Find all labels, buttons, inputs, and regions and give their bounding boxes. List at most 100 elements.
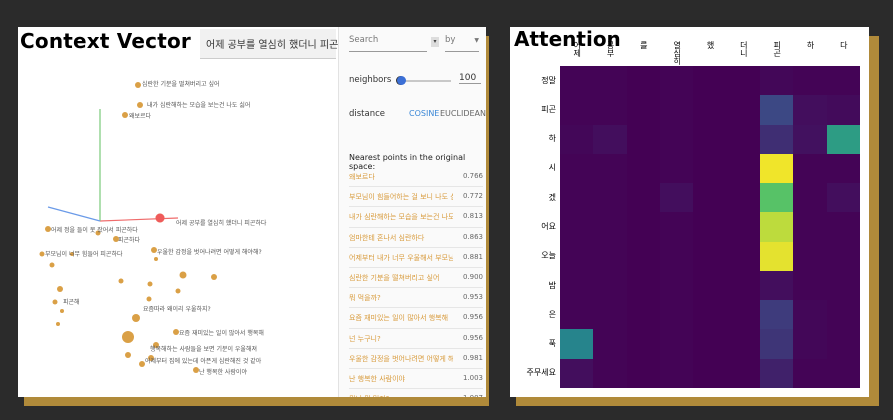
neighbors-slider-track[interactable]: [399, 80, 451, 82]
heatmap-cell: [560, 358, 594, 389]
heatmap-cell: [793, 183, 828, 213]
search-input[interactable]: Search: [349, 35, 427, 52]
column-label: 피곤: [772, 41, 782, 57]
nearest-point-row[interactable]: 요즘 재미있는 일이 많아서 행복해 0.956: [349, 308, 483, 329]
embedding-point[interactable]: [52, 299, 58, 305]
embedding-point[interactable]: [118, 278, 124, 284]
heatmap-cell: [560, 212, 594, 243]
heatmap-cell: [560, 183, 594, 213]
column-label: 하: [806, 41, 815, 49]
heatmap-cell: [626, 270, 661, 301]
point-label: 어제부터 집에 있는데 아픈게 심란해진 것 같아: [145, 357, 262, 365]
embedding-point[interactable]: [147, 281, 153, 287]
nearest-point-row[interactable]: 부모님이 힘들어하는 걸 보니 나도 심... 0.772: [349, 187, 483, 208]
nearest-point-row[interactable]: 난 행복한 사람이야 1.003: [349, 369, 483, 390]
embedding-point[interactable]: [122, 331, 134, 343]
point-label: 심란한 기분을 떨쳐버리고 싶어: [142, 80, 219, 88]
row-label: 시: [548, 163, 556, 173]
embedding-point[interactable]: [211, 274, 217, 280]
nearest-point-text: 심란한 기분을 떨쳐버리고 싶어: [349, 273, 440, 282]
heatmap-cell: [726, 241, 761, 272]
embedding-point[interactable]: [154, 257, 158, 261]
heatmap-cell: [760, 212, 794, 243]
projector-sidebar: Search ▾ by ▼ neighbors ? 100 distance C…: [338, 27, 486, 397]
heatmap-cell: [693, 358, 728, 389]
heatmap-cell: [660, 124, 694, 155]
heatmap-cell: [826, 241, 861, 272]
embedding-point[interactable]: [179, 271, 187, 279]
embedding-point[interactable]: [56, 322, 60, 326]
nearest-point-row[interactable]: 뭐 먹을까? 0.953: [349, 288, 483, 309]
nearest-point-row[interactable]: 뭐니 뭐 먹지? 1.007: [349, 389, 483, 397]
heatmap-cell: [760, 124, 794, 155]
heatmap-cell: [793, 270, 828, 301]
embedding-point[interactable]: [175, 288, 181, 294]
selected-point-dropdown[interactable]: 어제 공부를 열심히 했더니 피곤하다 ▾: [200, 29, 365, 59]
attention-heatmap: [560, 66, 861, 389]
embedding-projector-plot[interactable]: 심란한 기분을 떨쳐버리고 싶어 내가 심란해하는 모습을 보는건 나도 싫어 왜보…: [18, 27, 365, 397]
nearest-point-text: 난 행복한 사람이야: [349, 374, 405, 383]
heatmap-cell: [626, 329, 661, 360]
heatmap-cell: [826, 358, 861, 389]
row-label: 푹: [548, 339, 556, 349]
selected-point-label: 어제 공부를 열심히 했더니 피곤하다: [176, 219, 267, 227]
heatmap-cell: [793, 124, 828, 155]
embedding-point[interactable]: [122, 112, 128, 118]
heatmap-cell: [760, 300, 794, 330]
heatmap-cell: [826, 124, 861, 155]
panel-title: Context Vector: [20, 29, 191, 53]
embedding-point[interactable]: [57, 286, 63, 292]
point-label: 우울한 감정을 벗어나려면 어떻게 해야해?: [157, 248, 262, 256]
nearest-point-text: 내가 심란해하는 모습을 보는건 나도 싫어: [349, 213, 453, 222]
heatmap-cell: [760, 183, 794, 213]
heatmap-cell: [726, 153, 761, 184]
nearest-point-row[interactable]: 내가 심란해하는 모습을 보는건 나도 싫어 0.813: [349, 207, 483, 228]
neighbors-value-input[interactable]: 100: [459, 73, 481, 84]
heatmap-cell: [826, 66, 861, 96]
row-label: 정말: [541, 75, 556, 85]
nearest-point-row[interactable]: 엄마한테 혼나서 심란하다 0.863: [349, 228, 483, 248]
heatmap-cell: [660, 153, 694, 184]
embedding-point[interactable]: [39, 251, 45, 257]
embedding-point[interactable]: [146, 296, 152, 302]
nearest-point-score: 0.766: [462, 172, 483, 180]
nearest-point-score: 0.956: [462, 333, 483, 342]
euclidean-option[interactable]: EUCLIDEAN: [440, 109, 486, 118]
embedding-point[interactable]: [135, 82, 141, 88]
nearest-point-score: 0.953: [462, 293, 483, 302]
nearest-point-text: 왜보르다: [349, 173, 375, 181]
embedding-point[interactable]: [49, 262, 55, 268]
nearest-point-row[interactable]: 넌 누구니? 0.956: [349, 329, 483, 349]
nearest-point-score: 0.956: [462, 313, 483, 322]
embedding-point[interactable]: [60, 309, 64, 313]
heatmap-cell: [760, 66, 794, 96]
row-label: 주무세요: [526, 368, 556, 378]
cosine-option[interactable]: COSINE: [409, 109, 439, 118]
selected-point-marker[interactable]: [155, 213, 165, 223]
nearest-point-row[interactable]: 심란한 기분을 떨쳐버리고 싶어 0.900: [349, 268, 483, 289]
search-by-select[interactable]: by ▼: [445, 35, 479, 52]
heatmap-cell: [593, 270, 628, 301]
heatmap-cell: [760, 95, 794, 126]
nearest-point-row[interactable]: 왜보르다 0.766: [349, 167, 483, 188]
nearest-point-row[interactable]: 우울한 감정을 벗어나려면 어떻게 해야해? 0.981: [349, 349, 483, 369]
nearest-point-row[interactable]: 어제부터 내가 너무 우울해서 부모님이... 0.881: [349, 248, 483, 268]
embedding-point[interactable]: [132, 314, 140, 322]
embedding-point[interactable]: [125, 352, 131, 358]
heatmap-cell: [560, 300, 594, 330]
point-label: 부모님이 너무 힘들어 피곤하다: [45, 250, 123, 258]
search-mode-toggle[interactable]: ▾: [431, 37, 439, 47]
point-label: 내가 심란해하는 모습을 보는건 나도 싫어: [147, 101, 250, 109]
nearest-point-text: 요즘 재미있는 일이 많아서 행복해: [349, 314, 449, 323]
heatmap-cell: [693, 95, 728, 126]
heatmap-cell: [826, 270, 861, 301]
heatmap-cell: [693, 270, 728, 301]
embedding-point[interactable]: [137, 102, 143, 108]
heatmap-cell: [726, 183, 761, 213]
heatmap-cell: [826, 329, 861, 360]
neighbors-slider-handle[interactable]: [397, 76, 406, 85]
projector-svg: 심란한 기분을 떨쳐버리고 싶어내가 심란해하는 모습을 보는건 나도 싫어왜보…: [39, 80, 267, 376]
heatmap-cell: [660, 66, 694, 96]
heatmap-cell: [826, 153, 861, 184]
heatmap-cell: [826, 300, 861, 330]
